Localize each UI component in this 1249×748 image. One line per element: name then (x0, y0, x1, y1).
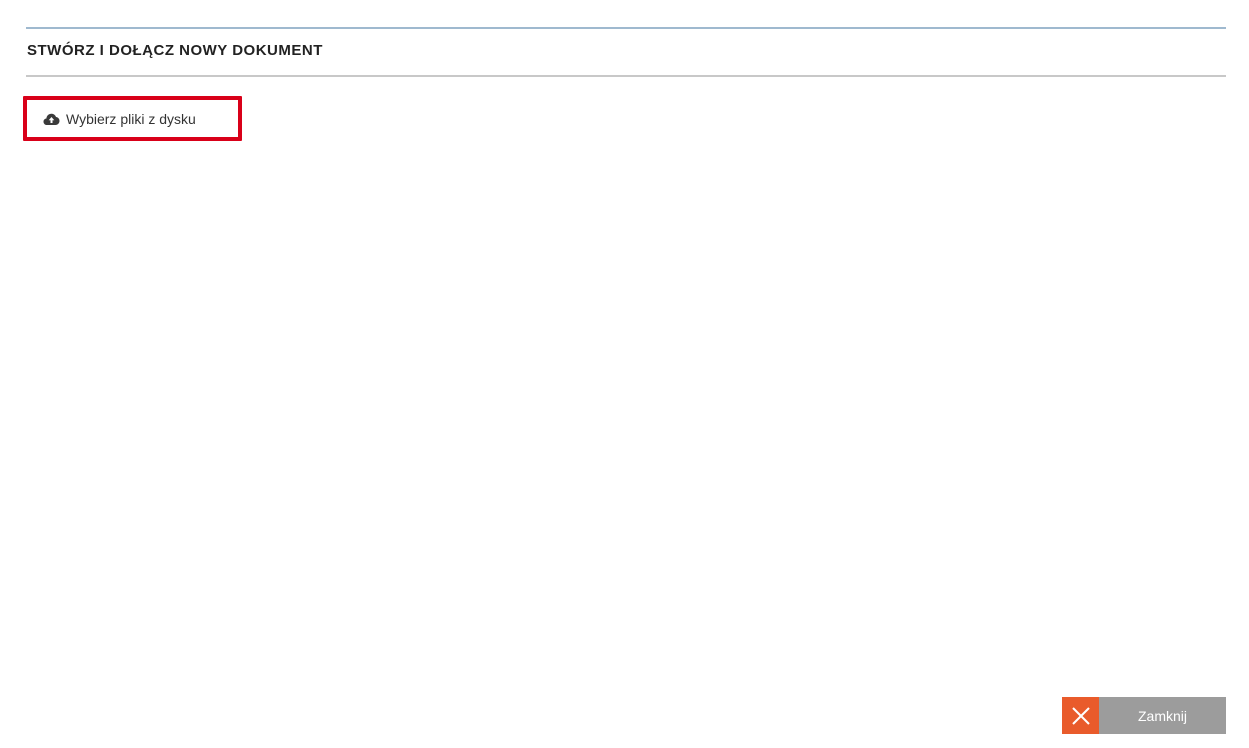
close-label: Zamknij (1137, 707, 1187, 724)
title-divider (26, 75, 1226, 77)
choose-files-label: Wybierz pliki z dysku (66, 110, 196, 127)
close-icon (1062, 697, 1099, 734)
choose-files-button[interactable]: Wybierz pliki z dysku (27, 100, 238, 137)
close-label-area[interactable]: Zamknij (1099, 697, 1226, 734)
cloud-upload-icon (43, 112, 60, 126)
page-title: STWÓRZ I DOŁĄCZ NOWY DOKUMENT (27, 42, 323, 59)
top-divider (26, 27, 1226, 29)
close-button[interactable]: Zamknij (1062, 697, 1226, 734)
